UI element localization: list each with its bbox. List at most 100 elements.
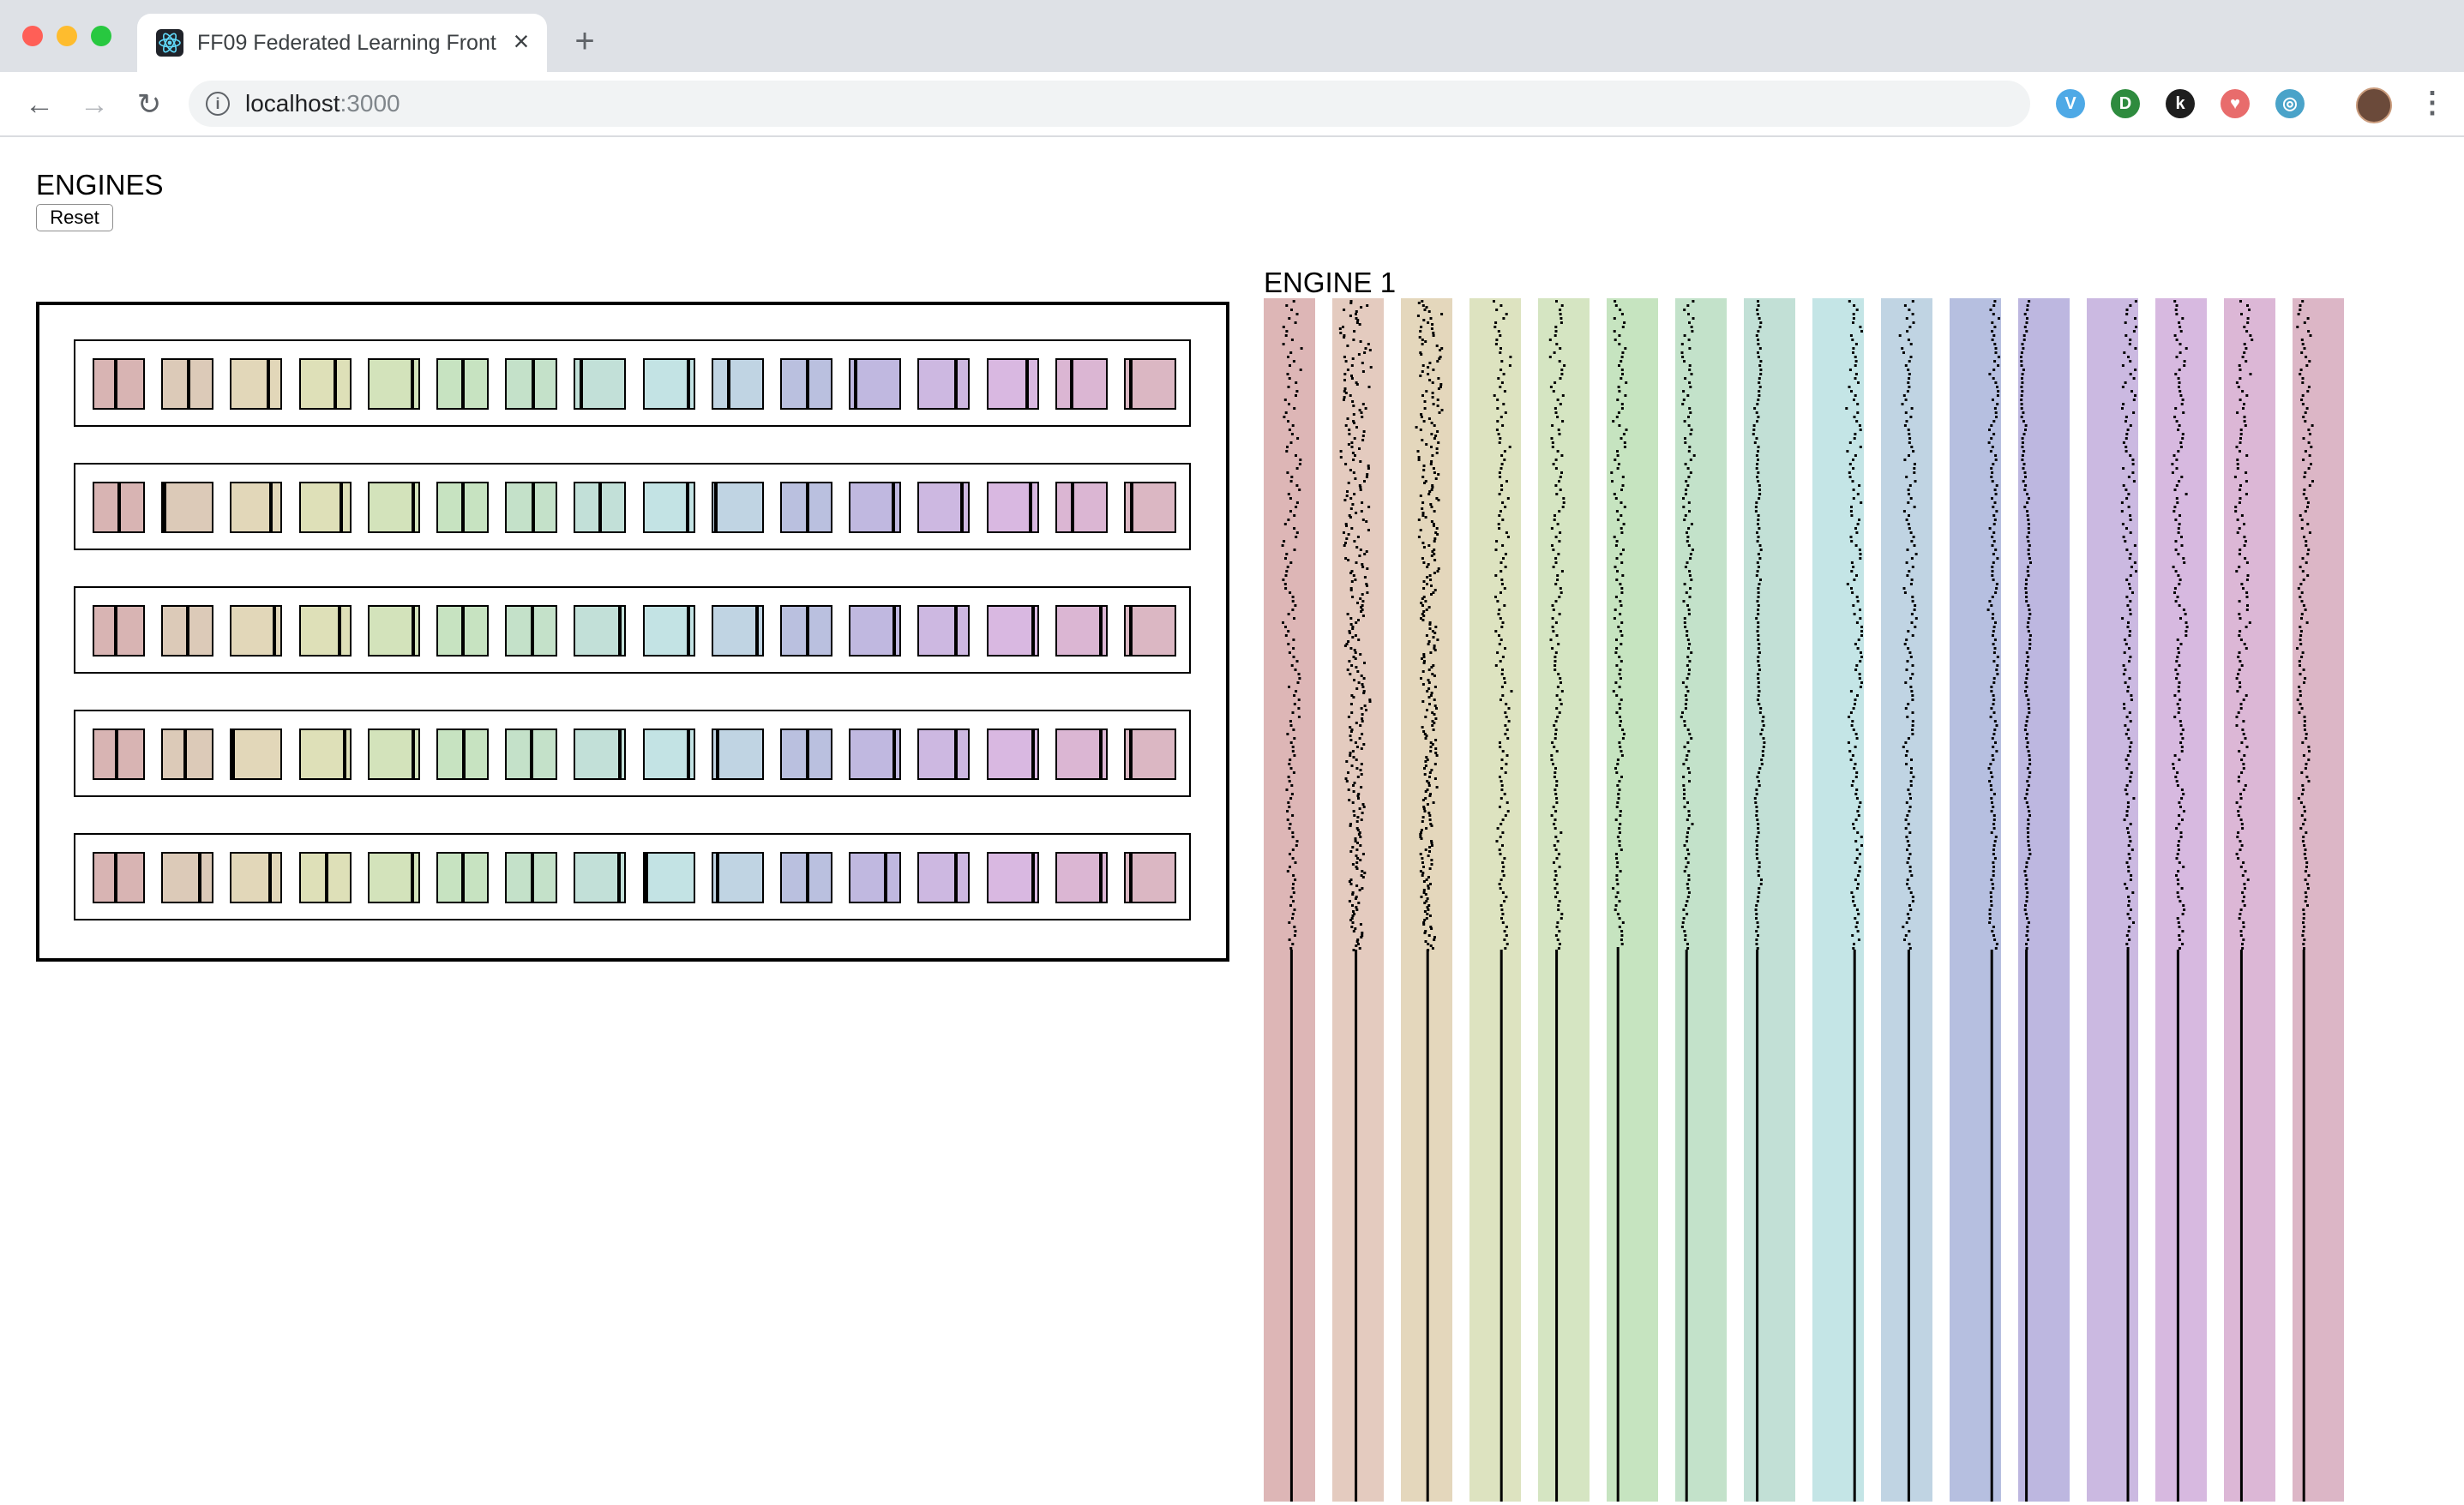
node-box[interactable] [780, 852, 832, 903]
node-box[interactable] [298, 729, 352, 780]
node-box[interactable] [1124, 605, 1176, 657]
engine-row[interactable] [74, 463, 1191, 550]
zoom-window-button[interactable] [91, 26, 111, 46]
forward-icon[interactable]: → [77, 87, 111, 122]
node-box[interactable] [642, 605, 695, 657]
node-box[interactable] [1124, 729, 1176, 780]
node-box[interactable] [574, 729, 627, 780]
node-box[interactable] [505, 729, 558, 780]
node-box[interactable] [574, 482, 627, 533]
node-box[interactable] [986, 358, 1039, 410]
minimize-window-button[interactable] [57, 26, 77, 46]
node-box[interactable] [436, 605, 489, 657]
node-box[interactable] [298, 482, 352, 533]
reset-button[interactable]: Reset [36, 204, 113, 231]
node-box[interactable] [298, 852, 352, 903]
extension-shield-icon[interactable]: ♥ [2221, 89, 2250, 118]
node-box[interactable] [642, 358, 695, 410]
node-box[interactable] [711, 358, 764, 410]
node-box[interactable] [849, 482, 902, 533]
avatar[interactable] [2356, 87, 2392, 123]
node-box[interactable] [505, 605, 558, 657]
node-box[interactable] [642, 729, 695, 780]
node-box[interactable] [93, 605, 145, 657]
info-icon[interactable]: i [206, 92, 230, 116]
node-box[interactable] [1124, 852, 1176, 903]
node-box[interactable] [574, 358, 627, 410]
node-box[interactable] [574, 605, 627, 657]
node-box[interactable] [436, 729, 489, 780]
node-box[interactable] [917, 729, 971, 780]
node-box[interactable] [436, 358, 489, 410]
node-box[interactable] [1055, 358, 1108, 410]
node-box[interactable] [1055, 729, 1108, 780]
engine-row[interactable] [74, 710, 1191, 797]
node-box[interactable] [642, 852, 695, 903]
node-box[interactable] [711, 852, 764, 903]
url-text[interactable]: localhost:3000 [245, 89, 400, 118]
node-box[interactable] [161, 482, 214, 533]
node-box[interactable] [93, 482, 145, 533]
node-box[interactable] [780, 358, 832, 410]
node-box[interactable] [367, 358, 420, 410]
node-box[interactable] [780, 605, 832, 657]
node-box[interactable] [986, 729, 1039, 780]
node-box[interactable] [161, 605, 214, 657]
node-box[interactable] [505, 852, 558, 903]
node-box[interactable] [780, 729, 832, 780]
node-box[interactable] [780, 482, 832, 533]
node-box[interactable] [711, 482, 764, 533]
node-box[interactable] [298, 605, 352, 657]
node-box[interactable] [298, 358, 352, 410]
browser-tab[interactable]: FF09 Federated Learning Front × [137, 14, 547, 72]
menu-icon[interactable]: ⋮ [2418, 86, 2447, 120]
node-box[interactable] [367, 729, 420, 780]
node-box[interactable] [1055, 605, 1108, 657]
node-box[interactable] [230, 358, 283, 410]
engine-row[interactable] [74, 833, 1191, 920]
engine-row[interactable] [74, 586, 1191, 674]
node-box[interactable] [849, 852, 902, 903]
node-box[interactable] [711, 605, 764, 657]
node-box[interactable] [1055, 852, 1108, 903]
node-box[interactable] [849, 358, 902, 410]
extension-target-icon[interactable]: ◎ [2275, 89, 2305, 118]
node-box[interactable] [986, 605, 1039, 657]
node-box[interactable] [986, 852, 1039, 903]
node-box[interactable] [1124, 482, 1176, 533]
node-box[interactable] [367, 605, 420, 657]
node-box[interactable] [436, 852, 489, 903]
node-box[interactable] [161, 852, 214, 903]
reload-icon[interactable]: ↻ [132, 87, 166, 122]
tab-close-icon[interactable]: × [506, 26, 537, 57]
new-tab-icon[interactable]: + [568, 24, 602, 58]
node-box[interactable] [93, 852, 145, 903]
node-box[interactable] [642, 482, 695, 533]
node-box[interactable] [574, 852, 627, 903]
node-box[interactable] [1055, 482, 1108, 533]
node-box[interactable] [917, 605, 971, 657]
extension-d-icon[interactable]: D [2111, 89, 2140, 118]
node-box[interactable] [849, 729, 902, 780]
node-box[interactable] [230, 852, 283, 903]
node-box[interactable] [436, 482, 489, 533]
node-box[interactable] [849, 605, 902, 657]
node-box[interactable] [505, 358, 558, 410]
node-box[interactable] [93, 358, 145, 410]
node-box[interactable] [161, 729, 214, 780]
node-box[interactable] [711, 729, 764, 780]
node-box[interactable] [230, 605, 283, 657]
node-box[interactable] [161, 358, 214, 410]
node-box[interactable] [367, 852, 420, 903]
node-box[interactable] [367, 482, 420, 533]
node-box[interactable] [917, 852, 971, 903]
extension-k-icon[interactable]: k [2166, 89, 2195, 118]
node-box[interactable] [230, 482, 283, 533]
node-box[interactable] [917, 358, 971, 410]
engine-row[interactable] [74, 339, 1191, 427]
back-icon[interactable]: ← [22, 87, 57, 122]
node-box[interactable] [230, 729, 283, 780]
node-box[interactable] [505, 482, 558, 533]
node-box[interactable] [917, 482, 971, 533]
node-box[interactable] [986, 482, 1039, 533]
